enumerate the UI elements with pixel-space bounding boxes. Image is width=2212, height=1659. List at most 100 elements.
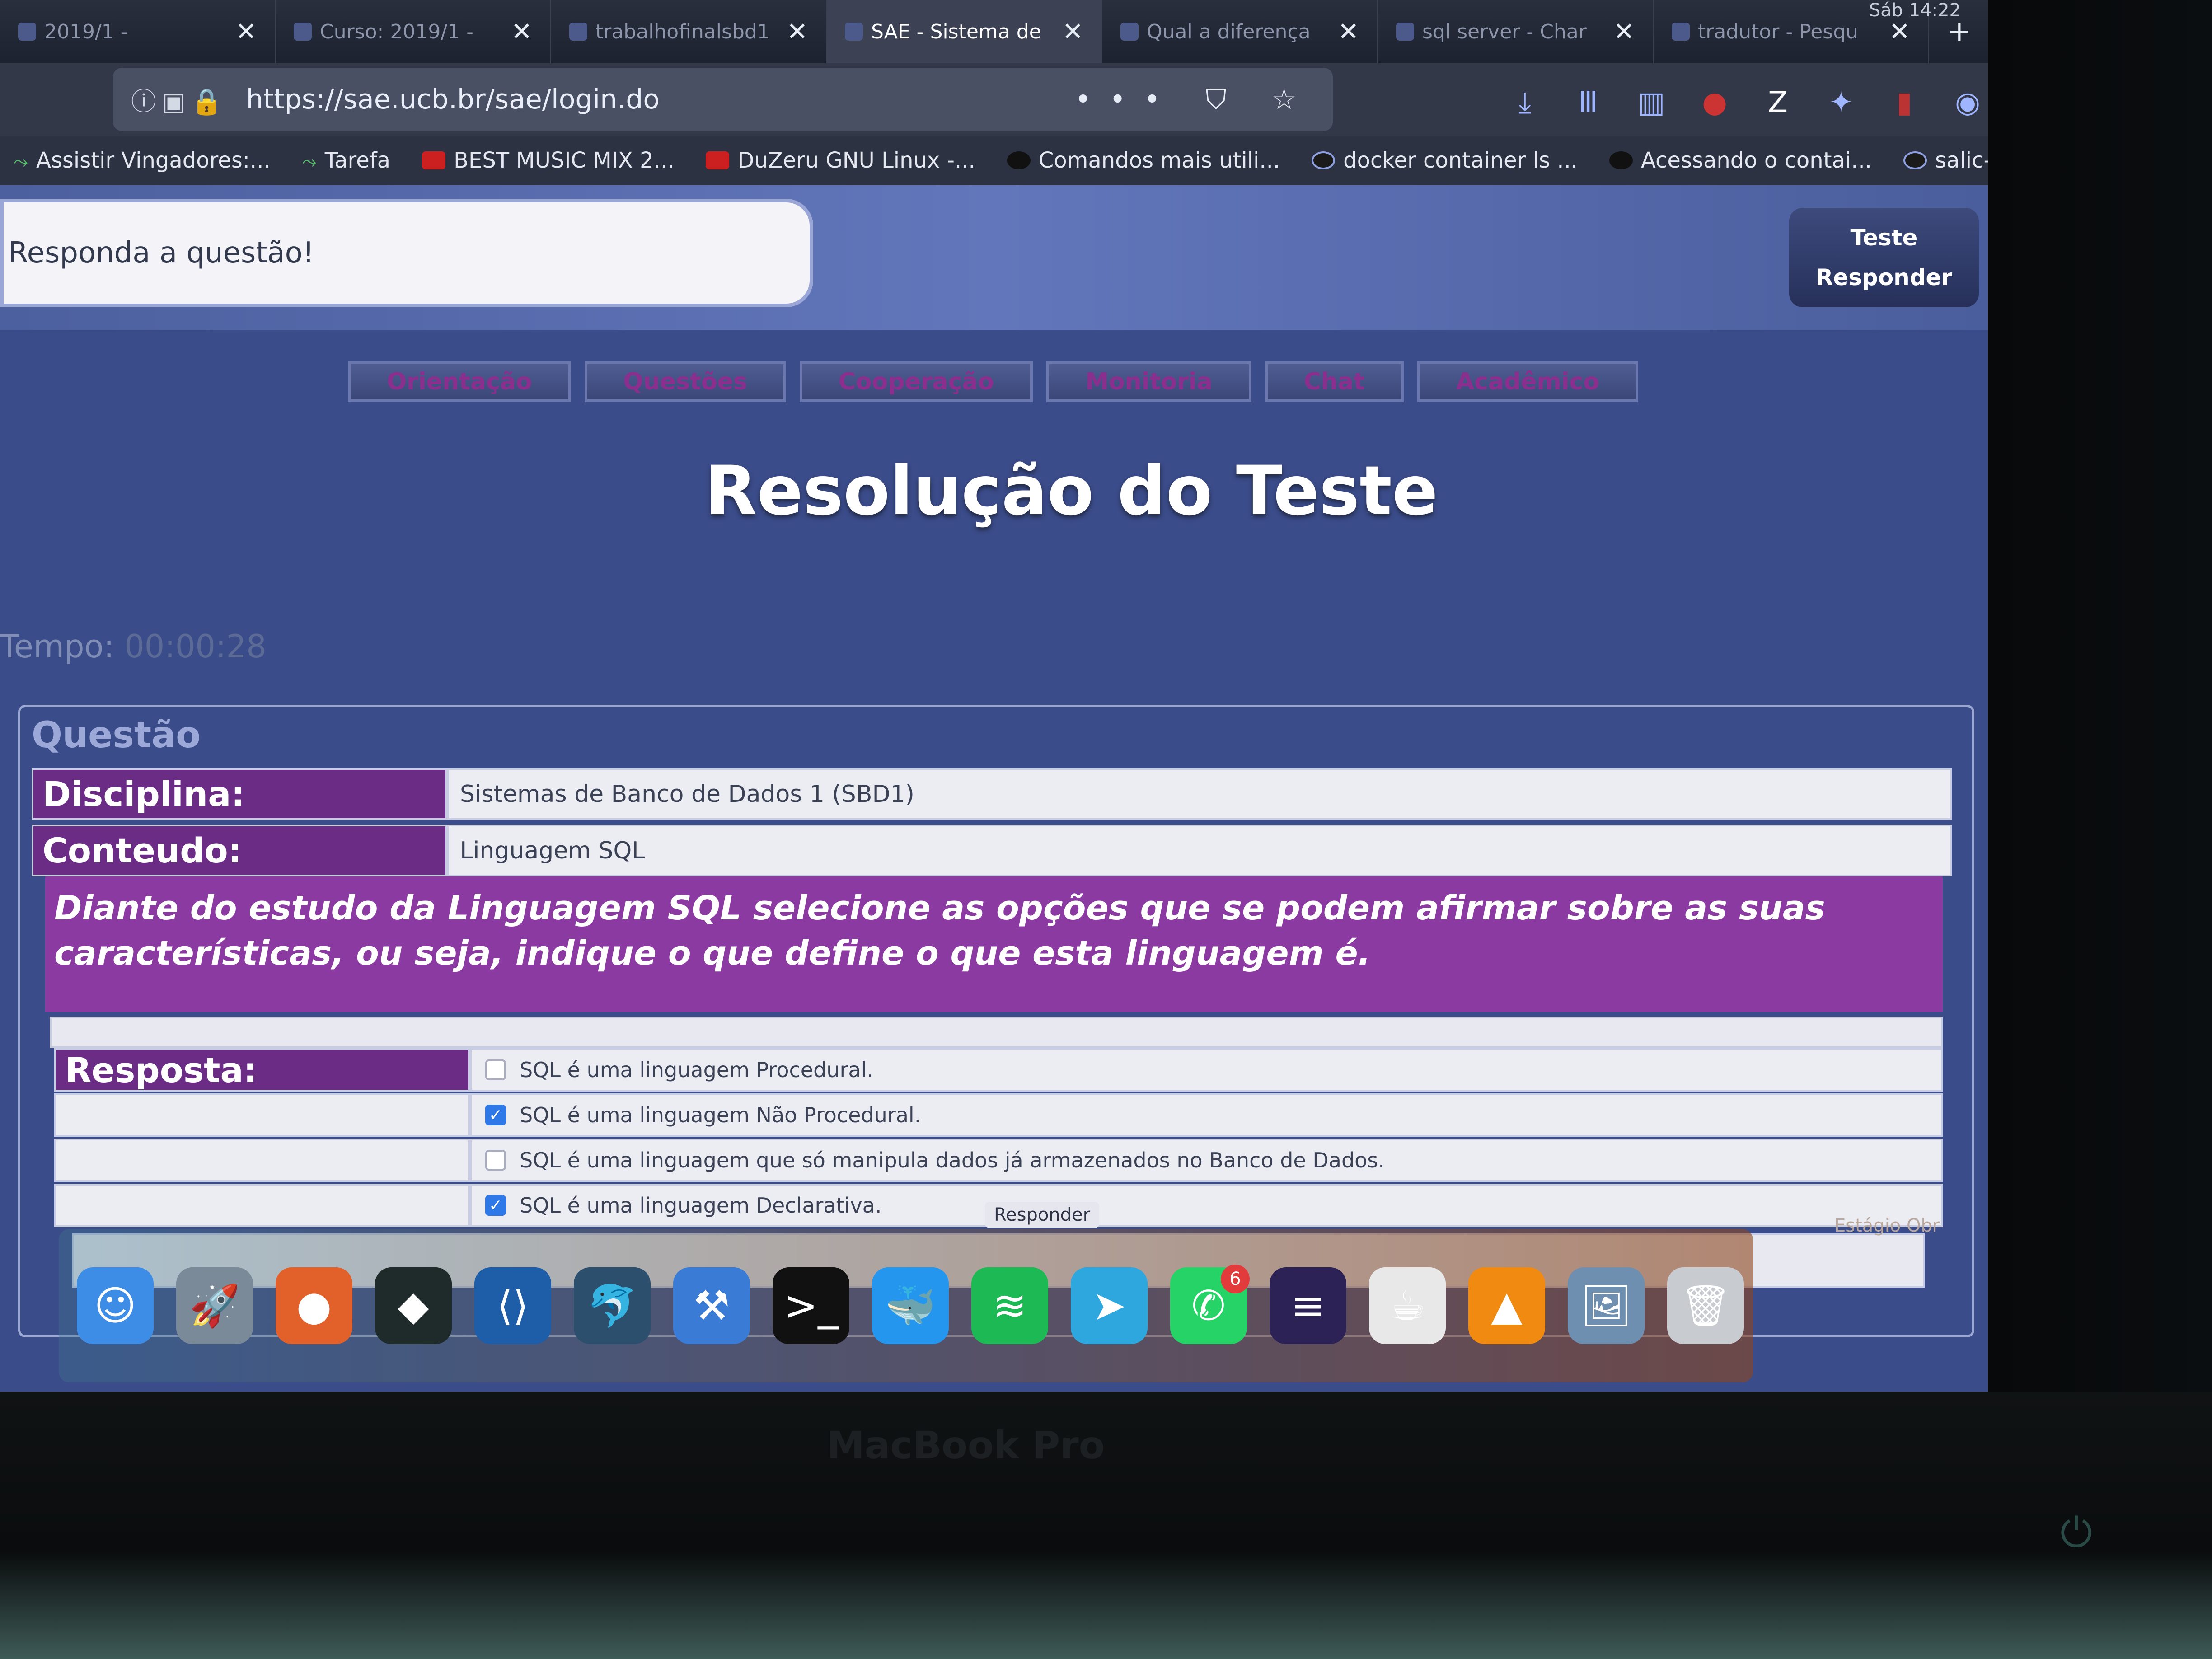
close-tab-icon[interactable]: ✕ [1613,17,1635,47]
checkbox[interactable]: ✓ [485,1105,506,1125]
tab-label: Curso: 2019/1 - [320,20,474,43]
page-actions[interactable]: ••• ⛉ ☆ [1075,83,1315,116]
spacer-row [50,1017,1943,1048]
bookmark-item[interactable]: salic-ml-frontend/t... [1903,148,1988,173]
app-icon-icon[interactable]: ◆ [375,1267,452,1344]
option-nao-procedural[interactable]: ✓ SQL é uma linguagem Não Procedural. [470,1093,1943,1137]
finder-icon[interactable]: ☺ [77,1267,154,1344]
abp-icon[interactable]: ● [1699,86,1730,119]
bookmark-label: Tarefa [324,148,391,173]
vscode-icon[interactable]: ⟨⟩ [474,1267,551,1344]
browser-tab[interactable]: sql server - Char ✕ [1378,0,1654,63]
xcode-icon[interactable]: ⚒ [673,1267,750,1344]
page-title: Resolução do Teste [705,452,1438,530]
timer-label: Tempo: [0,628,114,665]
option-label: SQL é uma linguagem Procedural. [520,1058,873,1082]
close-tab-icon[interactable]: ✕ [511,17,532,47]
bookmarks-bar: ⤳ Assistir Vingadores:... ⤳ Tarefa BEST MUSI… [0,136,1988,185]
responder-header-button[interactable]: Responder [1816,264,1952,291]
timer-value: 00:00:28 [124,628,267,665]
favicon-icon [18,23,36,41]
tab-label: Qual a diferença [1147,20,1311,43]
bookmark-item[interactable]: Comandos mais utili... [1007,148,1280,173]
menu-item[interactable]: Acadêmico [1417,361,1639,402]
tab-label: SAE - Sistema de [871,20,1041,43]
header-actions[interactable]: Teste Responder [1789,208,1979,307]
favicon-icon [1396,23,1414,41]
terminal-icon[interactable]: >_ [773,1267,849,1344]
bookmark-item[interactable]: ⤳ Tarefa [302,148,390,173]
spotify-icon[interactable]: ≋ [971,1267,1048,1344]
option-label: SQL é uma linguagem que só manipula dado… [520,1148,1385,1172]
disciplina-value: Sistemas de Banco de Dados 1 (SBD1) [447,768,1952,820]
browser-tab[interactable]: Qual a diferença ✕ [1102,0,1378,63]
extension-icon[interactable]: ▮ [1889,86,1920,119]
menu-item[interactable]: Orientação [348,361,571,402]
docker-icon[interactable]: 🐳 [872,1267,949,1344]
checkbox[interactable]: ✓ [485,1195,506,1216]
close-tab-icon[interactable]: ✕ [787,17,808,47]
browser-tab[interactable]: trabalhofinalsbd1 | [✕ [551,0,827,63]
notification-badge: 6 [1221,1265,1250,1293]
trash-icon[interactable]: 🗑 [1667,1267,1744,1344]
option-row: SQL é uma linguagem que só manipula dado… [54,1139,1943,1182]
checkbox[interactable] [485,1150,506,1171]
timer: Tempo: 00:00:28 [0,628,267,665]
bookmark-label: Acessando o contai... [1641,148,1872,173]
stage-label: Estágio Obr [1834,1215,1940,1236]
menu-item[interactable]: Chat [1265,361,1404,402]
browser-tab[interactable]: 2019/1 - ✕ [0,0,276,63]
favicon-icon [569,23,587,41]
close-tab-icon[interactable]: ✕ [1062,17,1083,47]
bookmark-label: docker container ls ... [1343,148,1578,173]
option-label: SQL é uma linguagem Não Procedural. [520,1103,921,1127]
responder-button[interactable]: Responder [985,1202,1100,1228]
teste-button[interactable]: Teste [1851,225,1918,251]
bookmark-item[interactable]: DuZeru GNU Linux -... [706,148,975,173]
url-text[interactable]: https://sae.ucb.br/sae/login.do [246,84,1075,115]
browser-tab[interactable]: SAE - Sistema de ✕ [827,0,1102,63]
url-bar[interactable]: ⓘ▣🔒 https://sae.ucb.br/sae/login.do ••• … [113,68,1333,131]
option-declarativa[interactable]: ✓ SQL é uma linguagem Declarativa. [470,1184,1943,1227]
option-procedural[interactable]: SQL é uma linguagem Procedural. [470,1048,1943,1092]
sync-icon[interactable]: ◉ [1952,86,1983,119]
vlc-icon[interactable]: ▲ [1468,1267,1545,1344]
option-manipula-dados[interactable]: SQL é uma linguagem que só manipula dado… [470,1139,1943,1182]
download-icon[interactable]: ⤓ [1509,86,1541,119]
option-row: ✓ SQL é uma linguagem Não Procedural. [54,1093,1943,1137]
menu-item[interactable]: Cooperação [799,361,1033,402]
browser-tab[interactable]: Curso: 2019/1 - ✕ [276,0,551,63]
checkbox[interactable] [485,1059,506,1080]
firefox-icon[interactable]: ● [276,1267,352,1344]
close-tab-icon[interactable]: ✕ [1338,17,1359,47]
question-text: Diante do estudo da Linguagem SQL seleci… [45,876,1943,1012]
bookmark-item[interactable]: docker container ls ... [1312,148,1578,173]
java-icon[interactable]: ☕ [1369,1267,1446,1344]
library-icon[interactable]: Ⅲ [1572,86,1604,119]
sidebar-icon[interactable]: ▥ [1636,86,1667,119]
close-tab-icon[interactable]: ✕ [1889,17,1910,47]
bookmark-item[interactable]: BEST MUSIC MIX 2... [422,148,674,173]
bookmark-label: salic-ml-frontend/t... [1935,148,1988,173]
eclipse-icon[interactable]: ≡ [1270,1267,1346,1344]
zotero-icon[interactable]: Z [1762,86,1794,119]
bookmark-item[interactable]: Acessando o contai... [1609,148,1872,173]
site-info-icon[interactable]: ⓘ▣🔒 [131,81,228,118]
bookmark-item[interactable]: ⤳ Assistir Vingadores:... [14,148,271,173]
power-icon: ⏻ [2060,1509,2093,1556]
translate-icon[interactable]: ✦ [1825,86,1857,119]
menu-item[interactable]: Questões [584,361,786,402]
whatsapp-icon[interactable]: ✆ 6 [1170,1265,1250,1344]
laptop-bezel [0,1392,2212,1659]
close-tab-icon[interactable]: ✕ [235,17,257,47]
launchpad-icon[interactable]: 🚀 [176,1267,253,1344]
main-menu: Orientação Questões Cooperação Monitoria Cha… [348,361,1639,402]
disciplina-label: Disciplina: [32,768,447,820]
telegram-icon[interactable]: ➤ [1071,1267,1148,1344]
preview-icon[interactable]: 🖼 [1568,1267,1645,1344]
menu-item[interactable]: Monitoria [1046,361,1251,402]
conteudo-row: Conteudo: Linguagem SQL [32,825,1952,876]
mysql-workbench-icon[interactable]: 🐬 [574,1267,651,1344]
empty-cell [54,1139,470,1182]
laptop-brand: MacBook Pro [827,1423,1105,1467]
